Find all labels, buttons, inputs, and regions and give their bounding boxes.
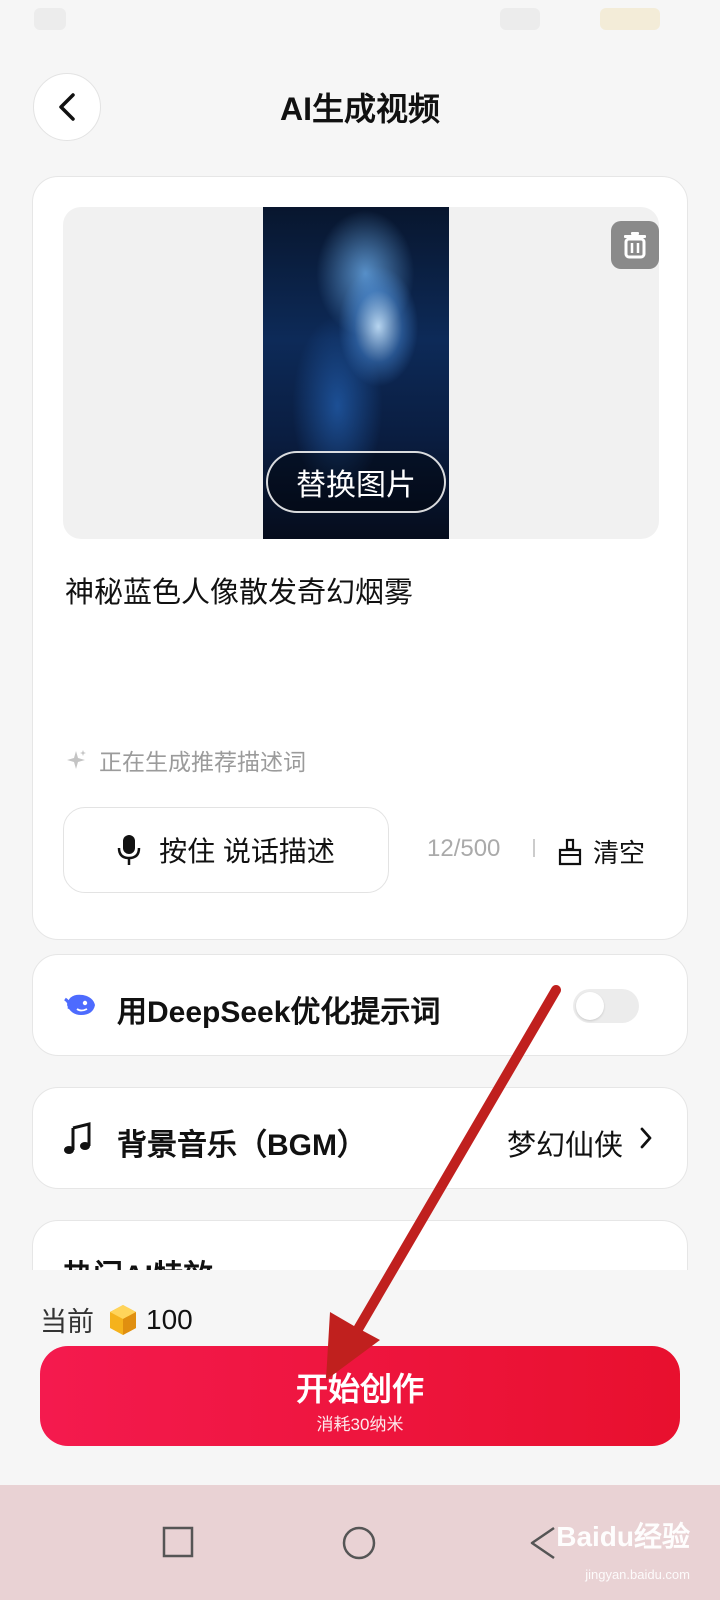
- voice-input-label: 按住 说话描述: [159, 836, 335, 867]
- watermark-url: jingyan.baidu.com: [585, 1567, 690, 1582]
- coin-icon: [110, 1304, 136, 1335]
- image-preview-area: 替换图片: [63, 207, 659, 539]
- battery-icon: [600, 8, 660, 30]
- suggest-status: 正在生成推荐描述词: [65, 743, 306, 777]
- watermark-logo: Baidu经验: [556, 1521, 690, 1552]
- back-nav-icon[interactable]: [528, 1526, 558, 1560]
- deepseek-whale-icon: [64, 994, 95, 1015]
- replace-image-button[interactable]: 替换图片: [266, 451, 446, 513]
- create-button-label: 开始创作: [295, 1371, 424, 1407]
- status-icon: [500, 8, 540, 30]
- status-bar: [0, 0, 720, 60]
- deepseek-toggle[interactable]: [573, 989, 639, 1023]
- broom-icon: [558, 838, 582, 865]
- voice-input-button[interactable]: 按住 说话描述: [63, 807, 389, 893]
- clear-button[interactable]: 清空: [557, 833, 645, 870]
- status-icon: [34, 8, 66, 30]
- music-note-icon: [64, 1122, 91, 1154]
- recent-apps-icon[interactable]: [162, 1526, 194, 1558]
- microphone-icon: [117, 835, 141, 865]
- deepseek-option[interactable]: 用DeepSeek优化提示词: [32, 954, 688, 1056]
- home-icon[interactable]: [342, 1526, 376, 1560]
- page-title: AI生成视频: [279, 91, 440, 127]
- trash-icon: [624, 232, 646, 259]
- sparkle-icon: [67, 750, 86, 769]
- start-create-button[interactable]: 开始创作 消耗30纳米: [40, 1346, 680, 1446]
- toggle-knob: [576, 992, 604, 1020]
- balance-display: 当前 100: [40, 1300, 193, 1339]
- bgm-label: 背景音乐（BGM）: [117, 1129, 367, 1162]
- bgm-value: 梦幻仙侠: [506, 1130, 623, 1162]
- delete-image-button[interactable]: [611, 221, 659, 269]
- bottom-panel: 当前 100 开始创作 消耗30纳米: [0, 1270, 720, 1485]
- balance-label: 当前: [40, 1307, 94, 1337]
- clear-label: 清空: [593, 838, 646, 868]
- create-cost-label: 消耗30纳米: [316, 1415, 404, 1434]
- divider: [533, 839, 535, 857]
- system-nav-bar: Baidu经验 jingyan.baidu.com: [0, 1485, 720, 1600]
- prompt-input[interactable]: 神秘蓝色人像散发奇幻烟雾: [65, 569, 413, 611]
- bgm-option[interactable]: 背景音乐（BGM） 梦幻仙侠: [32, 1087, 688, 1189]
- char-count: 12/500: [427, 835, 501, 862]
- suggest-status-text: 正在生成推荐描述词: [99, 749, 306, 775]
- chevron-right-icon: [640, 1127, 652, 1149]
- deepseek-label: 用DeepSeek优化提示词: [117, 996, 441, 1029]
- prompt-card: 替换图片 神秘蓝色人像散发奇幻烟雾 正在生成推荐描述词 按住 说话描述 12/5…: [32, 176, 688, 940]
- balance-amount: 100: [146, 1303, 193, 1335]
